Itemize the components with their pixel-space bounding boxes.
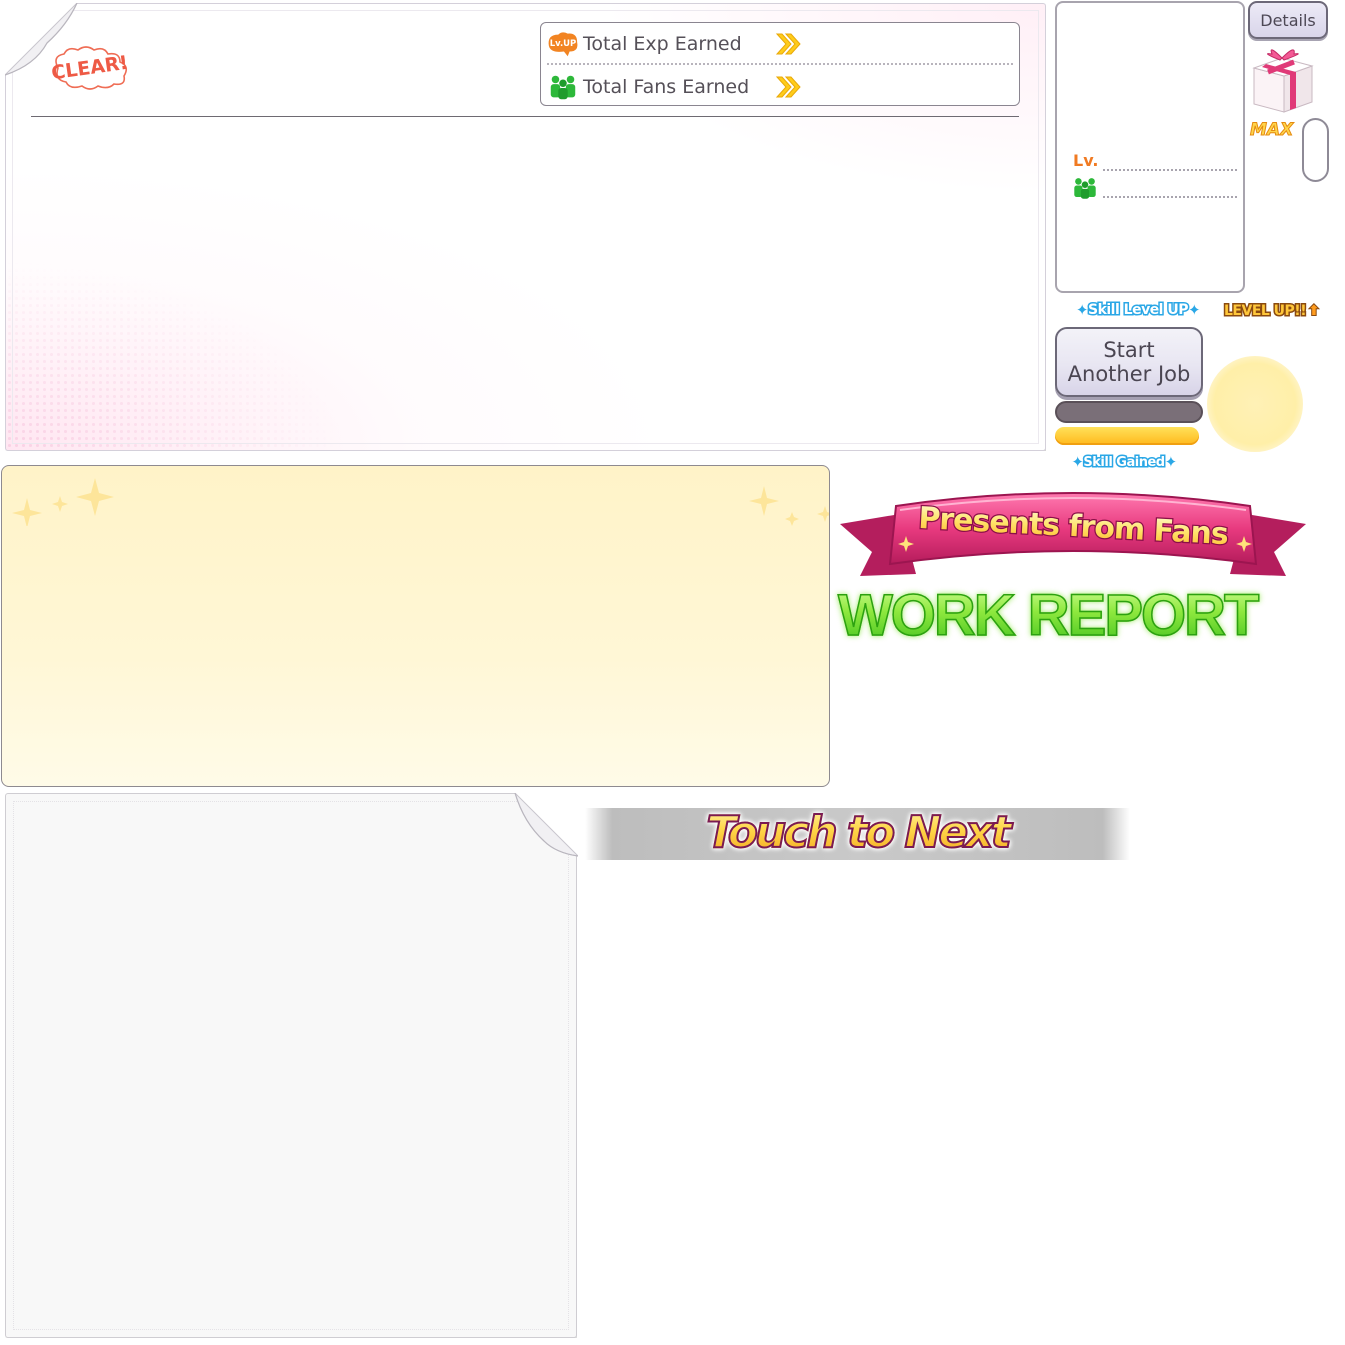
blank-sheet — [5, 793, 577, 1338]
start-job-line2: Another Job — [1067, 362, 1191, 386]
start-job-line1: Start — [1103, 338, 1155, 362]
total-fans-label: Total Fans Earned — [583, 76, 750, 98]
profile-card: Lv. — [1055, 1, 1245, 293]
side-scroll-pill[interactable] — [1302, 118, 1329, 182]
fans-value-line — [1103, 196, 1237, 198]
page-curl-icon — [514, 793, 578, 857]
presents-panel — [1, 465, 830, 787]
skill-level-up-badge: ✦ Skill Level UP ✦ — [1058, 298, 1218, 322]
details-button[interactable]: Details — [1248, 1, 1328, 39]
fans-icon — [550, 75, 576, 100]
skill-gained-badge: ✦ Skill Gained ✦ — [1058, 451, 1190, 473]
svg-text:Lv.UP: Lv.UP — [550, 38, 577, 48]
sparkle-decoration-icon — [12, 478, 829, 526]
touch-to-next-text[interactable]: Touch to Next — [585, 800, 1130, 864]
sparkle-icon: ✦ — [1188, 301, 1201, 319]
up-arrow-icon: ⬆ — [1307, 302, 1321, 320]
sparkle-icon: ✦ — [1164, 453, 1178, 471]
glow-circle — [1207, 356, 1303, 452]
stat-row-exp: Lv.UP Total Exp Earned — [547, 25, 1013, 65]
level-value-line — [1103, 169, 1237, 171]
double-chevron-icon — [775, 33, 801, 55]
max-badge: MAX — [1249, 120, 1294, 141]
double-chevron-icon — [775, 76, 801, 98]
level-label: Lv. — [1073, 151, 1099, 170]
work-report-title: WORK REPORT — [837, 582, 1278, 649]
blank-sheet-inner-border — [13, 801, 569, 1330]
start-another-job-button[interactable]: Start Another Job — [1055, 327, 1203, 397]
clear-stamp-text: CLEAR! — [50, 52, 129, 85]
gauge-fill-bar — [1055, 427, 1199, 445]
presents-from-fans-banner: Presents from Fans — [840, 492, 1306, 576]
gauge-empty-bar — [1055, 401, 1203, 423]
stats-box: Lv.UP Total Exp Earned Total Fans Earned — [540, 22, 1020, 106]
skill-gained-text: Skill Gained — [1082, 453, 1167, 471]
total-exp-label: Total Exp Earned — [583, 33, 742, 55]
result-divider — [31, 116, 1019, 117]
fans-icon — [1074, 178, 1096, 199]
clear-stamp-icon: CLEAR! — [50, 46, 129, 90]
stat-row-fans: Total Fans Earned — [547, 67, 1013, 107]
lv-up-icon: Lv.UP — [548, 32, 578, 57]
level-up-badge: LEVEL UP!! ⬆ — [1222, 300, 1342, 322]
level-up-text: LEVEL UP!! — [1222, 302, 1308, 321]
sparkle-icon: ✦ — [1075, 301, 1089, 319]
sparkle-icon: ✦ — [1071, 453, 1084, 471]
gift-box-icon[interactable] — [1250, 42, 1316, 114]
skill-level-up-text: Skill Level UP — [1086, 301, 1190, 320]
